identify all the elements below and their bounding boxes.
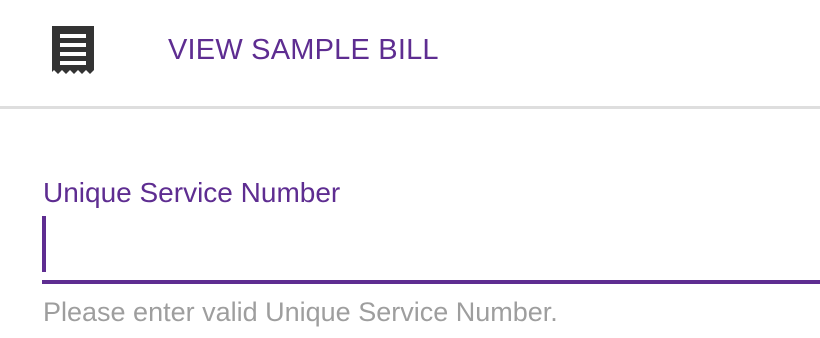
unique-service-number-field[interactable] <box>42 214 820 284</box>
text-cursor <box>42 216 46 272</box>
input-underline <box>42 280 820 284</box>
unique-service-number-label: Unique Service Number <box>43 177 341 208</box>
sample-bill-row[interactable]: VIEW SAMPLE BILL <box>0 0 820 108</box>
unique-service-number-input[interactable] <box>42 214 820 282</box>
helper-text: Please enter valid Unique Service Number… <box>43 297 558 327</box>
receipt-icon[interactable] <box>48 24 98 76</box>
view-sample-bill-link[interactable]: VIEW SAMPLE BILL <box>168 30 439 70</box>
divider <box>0 106 820 109</box>
